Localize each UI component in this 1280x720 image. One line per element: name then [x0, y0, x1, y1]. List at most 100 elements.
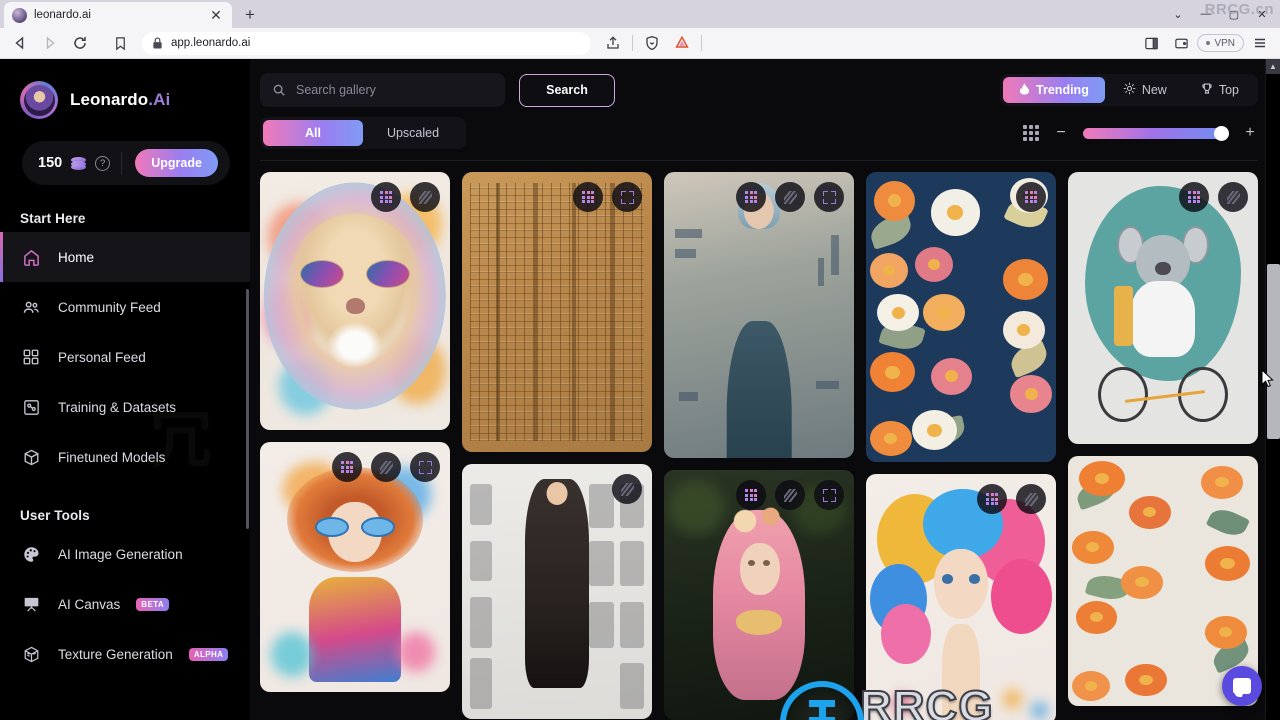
- gallery-card[interactable]: [664, 470, 854, 720]
- tab-trending[interactable]: Trending: [1003, 77, 1105, 103]
- remix-icon[interactable]: [1016, 182, 1046, 212]
- gallery-card[interactable]: [462, 172, 652, 452]
- card-actions: [736, 182, 844, 212]
- artwork-floral-navy: [866, 172, 1056, 462]
- page-body: 冗 Leonardo.Ai 150 ? Upgrade Start Here: [0, 59, 1280, 720]
- grid-view-icon[interactable]: [1023, 125, 1039, 141]
- brand-name-suffix: .Ai: [148, 90, 171, 109]
- card-actions: [977, 484, 1046, 514]
- filter-tab-all[interactable]: All: [263, 120, 363, 146]
- reload-icon[interactable]: [66, 30, 94, 56]
- sidebar-item-finetuned-models[interactable]: Finetuned Models: [0, 432, 250, 482]
- sort-tab-label: New: [1141, 83, 1167, 97]
- hamburger-menu-icon[interactable]: [1246, 30, 1274, 56]
- window-dropdown-icon[interactable]: ⌄: [1164, 3, 1192, 25]
- brave-wallet-icon[interactable]: [1167, 30, 1195, 56]
- community-icon: [20, 296, 42, 318]
- variation-icon[interactable]: [775, 182, 805, 212]
- gallery-card[interactable]: [260, 442, 450, 692]
- artwork-floral-cream: [1068, 456, 1258, 706]
- tab-new[interactable]: New: [1107, 77, 1183, 103]
- back-icon[interactable]: [6, 30, 34, 56]
- forward-icon: [36, 30, 64, 56]
- maximize-button[interactable]: ▢: [1220, 3, 1248, 25]
- remix-icon[interactable]: [573, 182, 603, 212]
- filter-tab-upscaled[interactable]: Upscaled: [363, 120, 463, 146]
- brand-logo[interactable]: Leonardo.Ai: [0, 59, 250, 119]
- scrollbar-thumb[interactable]: [1267, 264, 1280, 439]
- sidebar-item-training-datasets[interactable]: Training & Datasets: [0, 382, 250, 432]
- vpn-badge[interactable]: VPN: [1197, 34, 1244, 52]
- sort-tab-label: Top: [1218, 83, 1239, 97]
- address-bar[interactable]: app.leonardo.ai: [142, 31, 591, 55]
- gallery-card[interactable]: [664, 172, 854, 458]
- minimize-button[interactable]: —: [1192, 3, 1220, 25]
- gallery-card[interactable]: [1068, 456, 1258, 706]
- texture-cube-icon: [20, 643, 42, 665]
- search-box[interactable]: [260, 73, 505, 107]
- trophy-icon: [1201, 82, 1213, 98]
- grid-squares-icon: [20, 346, 42, 368]
- browser-tab[interactable]: leonardo.ai ✕: [4, 2, 232, 28]
- gallery-card[interactable]: [866, 172, 1056, 462]
- tab-top[interactable]: Top: [1185, 77, 1255, 103]
- variation-icon[interactable]: [371, 452, 401, 482]
- navbar-divider: [631, 35, 633, 51]
- remix-icon[interactable]: [332, 452, 362, 482]
- close-icon[interactable]: ✕: [208, 7, 224, 23]
- vpn-label: VPN: [1214, 37, 1235, 49]
- sidebar-scrollbar[interactable]: [246, 289, 249, 529]
- search-button[interactable]: Search: [519, 73, 615, 107]
- zoom-out-button[interactable]: −: [1053, 124, 1069, 141]
- gallery-card[interactable]: [462, 464, 652, 719]
- page-scrollbar[interactable]: ▲: [1265, 59, 1280, 720]
- lock-icon: [152, 37, 163, 49]
- image-grid: [250, 161, 1280, 720]
- sidebar-item-home[interactable]: Home: [0, 232, 250, 282]
- remix-icon[interactable]: [736, 182, 766, 212]
- help-circle-icon[interactable]: ?: [95, 155, 111, 171]
- expand-icon[interactable]: [410, 452, 440, 482]
- variation-icon[interactable]: [1016, 484, 1046, 514]
- toolbar-row-filters: All Upscaled − +: [260, 117, 1258, 149]
- brave-shield-icon[interactable]: [638, 30, 666, 56]
- zoom-slider[interactable]: [1083, 125, 1229, 141]
- sidebar-item-community-feed[interactable]: Community Feed: [0, 282, 250, 332]
- sidebar-item-ai-image-generation[interactable]: AI Image Generation: [0, 529, 250, 579]
- avatar: [20, 81, 58, 119]
- remix-icon[interactable]: [1179, 182, 1209, 212]
- gallery-card[interactable]: [866, 474, 1056, 720]
- expand-icon[interactable]: [612, 182, 642, 212]
- sidebar-item-texture-generation[interactable]: Texture Generation ALPHA: [0, 629, 250, 679]
- credits-amount: 150: [38, 155, 63, 171]
- variation-icon[interactable]: [612, 474, 642, 504]
- sidebar-item-ai-canvas[interactable]: AI Canvas BETA: [0, 579, 250, 629]
- gallery-content: Search Trending N: [250, 59, 1280, 720]
- remix-icon[interactable]: [977, 484, 1007, 514]
- bookmark-icon[interactable]: [106, 30, 134, 56]
- zoom-in-button[interactable]: +: [1242, 124, 1258, 141]
- variation-icon[interactable]: [410, 182, 440, 212]
- variation-icon[interactable]: [775, 480, 805, 510]
- expand-icon[interactable]: [814, 480, 844, 510]
- zoom-slider-knob[interactable]: [1214, 125, 1229, 141]
- upgrade-button[interactable]: Upgrade: [135, 149, 218, 177]
- share-icon[interactable]: [599, 30, 627, 56]
- search-input[interactable]: [296, 83, 493, 97]
- chat-bubble-icon[interactable]: [1222, 666, 1262, 706]
- gallery-card[interactable]: [1068, 172, 1258, 444]
- side-panel-icon[interactable]: [1137, 30, 1165, 56]
- card-actions: [573, 182, 642, 212]
- brave-logo-icon[interactable]: [668, 30, 696, 56]
- new-tab-button[interactable]: +: [236, 2, 264, 28]
- remix-icon[interactable]: [371, 182, 401, 212]
- variation-icon[interactable]: [1218, 182, 1248, 212]
- scroll-up-button[interactable]: ▲: [1266, 59, 1280, 74]
- window-close-button[interactable]: ✕: [1248, 3, 1276, 25]
- remix-icon[interactable]: [736, 480, 766, 510]
- gallery-card[interactable]: [260, 172, 450, 430]
- artwork-blue-warrior: [664, 172, 854, 458]
- expand-icon[interactable]: [814, 182, 844, 212]
- sidebar-item-personal-feed[interactable]: Personal Feed: [0, 332, 250, 382]
- sidebar-item-label: Personal Feed: [58, 349, 146, 365]
